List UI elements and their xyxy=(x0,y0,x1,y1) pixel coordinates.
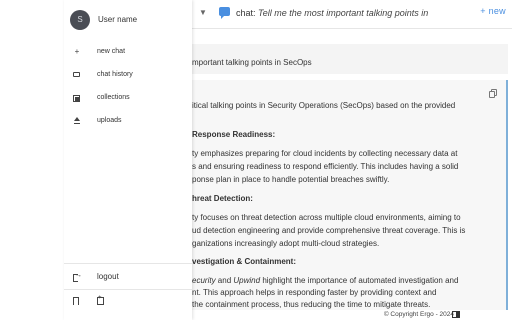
answer-line: nt. This approach helps in responding fa… xyxy=(192,288,437,297)
nav-item-chat-history[interactable]: chat history xyxy=(64,69,192,85)
nav-item-label: new chat xyxy=(97,48,126,55)
logout-icon xyxy=(73,272,82,282)
chat-title: chat: Tell me the most important talking… xyxy=(236,8,428,18)
bookmark-add-icon[interactable] xyxy=(97,295,104,305)
copyright-text: © Copyright Ergo - 2024 xyxy=(383,311,454,318)
chat-title-label: chat: xyxy=(236,8,256,18)
topbar-divider xyxy=(192,28,512,29)
drawer-divider xyxy=(64,263,192,264)
new-chat-button[interactable]: + new xyxy=(480,6,506,16)
answer-heading: vestigation & Containment: xyxy=(192,257,297,266)
answer-line: ganizations increasingly adopt multi-clo… xyxy=(192,239,380,248)
user-message: mportant talking points in SecOps xyxy=(192,44,508,74)
chat-title-text: Tell me the most important talking point… xyxy=(258,8,429,18)
answer-line: ponse plan in place to handle potential … xyxy=(192,175,390,184)
answer-heading: Response Readiness: xyxy=(192,130,276,139)
answer-line: itical talking points in Security Operat… xyxy=(192,101,456,110)
avatar[interactable]: S xyxy=(70,10,90,30)
answer-line: ty emphasizes preparing for cloud incide… xyxy=(192,149,458,158)
drawer-divider xyxy=(64,289,192,290)
logout-button[interactable]: logout xyxy=(64,271,192,287)
answer-text: and xyxy=(217,276,232,285)
plus-icon: + xyxy=(74,47,80,56)
chat-topbar: ▼ chat: Tell me the most important talki… xyxy=(192,0,512,28)
answer-line: ty focuses on threat detection across mu… xyxy=(192,213,461,222)
upload-icon xyxy=(73,117,81,125)
assistant-answer: itical talking points in Security Operat… xyxy=(192,80,508,310)
nav-item-label: collections xyxy=(97,94,130,101)
theme-toggle-icon[interactable] xyxy=(452,311,460,318)
answer-emphasis: Upwind xyxy=(233,276,261,285)
user-name: User name xyxy=(98,15,138,24)
nav-item-uploads[interactable]: uploads xyxy=(64,115,192,131)
answer-line: s and ensuring readiness to respond effi… xyxy=(192,162,459,171)
drawer-header: S User name xyxy=(64,0,192,36)
answer-emphasis: ecurity xyxy=(192,276,216,285)
chat-bubble-icon xyxy=(219,7,230,19)
copy-icon[interactable] xyxy=(489,89,498,99)
nav-item-collections[interactable]: collections xyxy=(64,92,192,108)
page-footer: © Copyright Ergo - 2024 xyxy=(192,310,512,320)
chevron-down-icon[interactable]: ▼ xyxy=(199,8,207,17)
nav-item-label: chat history xyxy=(97,71,133,78)
logout-label: logout xyxy=(97,272,119,281)
collections-icon xyxy=(73,95,81,103)
chat-history-icon xyxy=(73,72,80,77)
answer-line: the containment process, thus reducing t… xyxy=(192,300,431,309)
nav-item-label: uploads xyxy=(97,117,122,124)
bookmark-icon[interactable] xyxy=(73,297,79,306)
answer-line: ud detection engineering and provide com… xyxy=(192,226,466,235)
answer-text: highlight the importance of automated in… xyxy=(262,276,459,285)
navigation-drawer: S User name + new chat chat history coll… xyxy=(64,0,192,320)
answer-line: ecurity and Upwind highlight the importa… xyxy=(192,275,498,286)
nav-item-new-chat[interactable]: + new chat xyxy=(64,46,192,62)
answer-heading: hreat Detection: xyxy=(192,194,253,203)
